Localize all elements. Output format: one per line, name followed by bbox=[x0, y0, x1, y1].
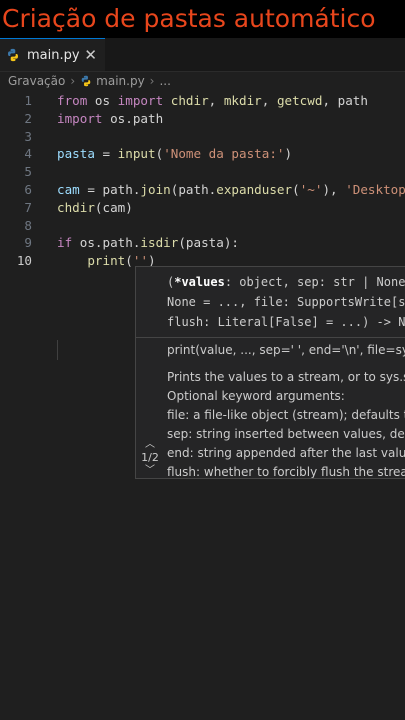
print-signature: print(value, ..., sep=' ', end='\n', fil… bbox=[167, 343, 405, 357]
code-token: 'Desktop' bbox=[345, 182, 405, 197]
signature-help-popup: (*values: object, sep: str | None None =… bbox=[135, 266, 405, 479]
code-token: path. bbox=[102, 182, 141, 197]
code-token: chdir bbox=[57, 199, 95, 215]
sig-line3: flush: Literal[False] = ...) -> N bbox=[167, 315, 405, 329]
doc-line: Optional keyword arguments: bbox=[167, 389, 345, 403]
chevron-right-icon: › bbox=[149, 74, 155, 88]
doc-line: sep: string inserted between values, def… bbox=[167, 427, 405, 441]
breadcrumb-folder[interactable]: Gravação bbox=[8, 74, 65, 88]
code-token: from bbox=[57, 93, 95, 108]
code-token: if bbox=[57, 235, 80, 251]
doc-line: end: string appended after the last valu… bbox=[167, 446, 405, 460]
chevron-right-icon: › bbox=[70, 74, 76, 88]
breadcrumb-file[interactable]: main.py bbox=[96, 74, 145, 88]
python-file-icon bbox=[81, 75, 91, 87]
tab-label: main.py bbox=[27, 47, 80, 63]
code-token: cam bbox=[57, 182, 80, 197]
doc-line: Prints the values to a stream, or to sys… bbox=[167, 370, 405, 384]
code-token: os.path bbox=[110, 110, 164, 126]
active-parameter: *values bbox=[174, 275, 225, 289]
code-token: (cam) bbox=[94, 199, 133, 215]
chevron-up-icon[interactable]: ︿ bbox=[136, 439, 164, 451]
breadcrumb: Gravação › main.py › ... bbox=[8, 72, 171, 90]
code-token: os.path. bbox=[79, 235, 141, 251]
overload-counter: 1/2 bbox=[141, 451, 159, 464]
sig-line2: None = ..., file: SupportsWrite[s bbox=[167, 295, 405, 309]
code-token: '~' bbox=[299, 182, 323, 197]
code-token: join bbox=[140, 182, 171, 197]
code-token: , bbox=[322, 93, 338, 108]
breadcrumb-more[interactable]: ... bbox=[159, 74, 170, 88]
code-token: os bbox=[94, 93, 118, 108]
indent-guide bbox=[57, 340, 58, 360]
code-token: pasta bbox=[57, 146, 95, 162]
code-token: import bbox=[117, 93, 171, 108]
code-token: (path. bbox=[170, 182, 217, 197]
code-token: chdir bbox=[170, 93, 209, 108]
chevron-down-icon[interactable]: ﹀ bbox=[136, 465, 164, 477]
code-token: ) bbox=[284, 146, 293, 162]
code-token: ( bbox=[292, 182, 300, 197]
code-token: path bbox=[337, 93, 368, 108]
code-token: isdir bbox=[140, 235, 179, 251]
banner-title: Criação de pastas automático bbox=[2, 4, 376, 33]
line-number: 10 bbox=[16, 253, 32, 269]
doc-line: flush: whether to forcibly flush the str… bbox=[167, 465, 405, 479]
signature-text: (*values: object, sep: str | None None =… bbox=[167, 272, 405, 332]
code-token: 'Nome da pasta:' bbox=[163, 146, 285, 162]
code-token: , bbox=[208, 93, 224, 108]
editor-tab-bar: main.py ✕ bbox=[0, 38, 405, 72]
code-token: ( bbox=[125, 253, 133, 269]
video-title-banner: Criação de pastas automático bbox=[0, 0, 405, 38]
code-token: , bbox=[261, 93, 277, 108]
code-token: (pasta): bbox=[178, 235, 240, 251]
code-token: = bbox=[94, 146, 118, 162]
code-token: print bbox=[87, 253, 126, 269]
tab-main-py[interactable]: main.py ✕ bbox=[0, 38, 105, 71]
code-token: getcwd bbox=[276, 93, 323, 108]
code-token: = bbox=[79, 182, 103, 197]
close-tab-icon[interactable]: ✕ bbox=[84, 46, 97, 64]
doc-line: file: a file-like object (stream); defau… bbox=[167, 408, 405, 422]
code-token: mkdir bbox=[223, 93, 262, 108]
popup-divider bbox=[136, 337, 405, 338]
documentation: print(value, ..., sep=' ', end='\n', fil… bbox=[167, 341, 405, 479]
sig-line1-rest: : object, sep: str | None bbox=[224, 275, 405, 289]
code-token: ), bbox=[322, 182, 346, 197]
overload-navigator: ︿ 1/2 ﹀ bbox=[136, 439, 164, 477]
code-token: input bbox=[117, 146, 156, 162]
code-token: expanduser bbox=[216, 182, 293, 197]
python-file-icon bbox=[8, 48, 18, 62]
code-token: import bbox=[57, 110, 111, 126]
